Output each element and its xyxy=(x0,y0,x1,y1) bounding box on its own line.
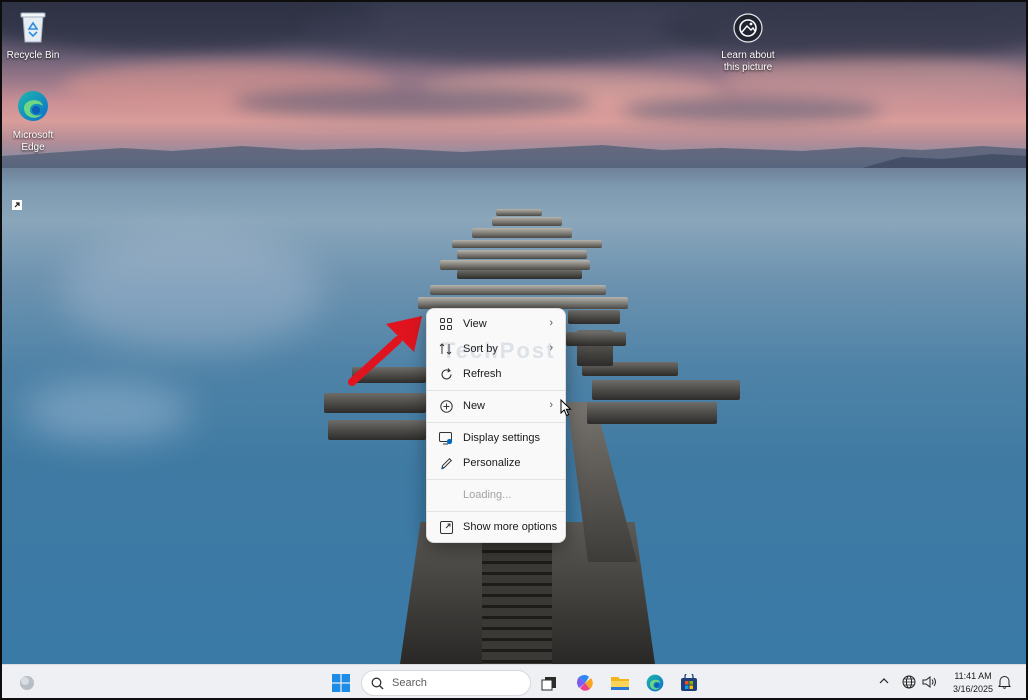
cloud xyxy=(302,2,722,62)
menu-item-label: Loading... xyxy=(463,489,512,501)
menu-item-personalize[interactable]: Personalize xyxy=(431,451,563,475)
menu-item-display-settings[interactable]: Display settings xyxy=(431,426,563,450)
taskbar-clock[interactable]: 11:41 AM 3/16/2025 xyxy=(946,670,1000,696)
chevron-right-icon: › xyxy=(549,399,553,411)
red-annotation-arrow xyxy=(348,316,422,386)
taskbar: Search 11:41 AM 3/16/2025 xyxy=(2,664,1026,698)
edge-icon xyxy=(645,673,665,696)
desktop-icon-edge[interactable]: Microsoft Edge xyxy=(2,88,64,210)
network-button[interactable] xyxy=(902,675,916,692)
display-icon xyxy=(438,430,454,446)
menu-item-label: New xyxy=(463,400,486,412)
edge-taskbar-button[interactable] xyxy=(642,671,668,697)
copilot-icon xyxy=(575,673,595,696)
water-reflection xyxy=(62,232,322,352)
water-reflection xyxy=(22,382,192,442)
bell-icon xyxy=(998,675,1011,692)
show-hidden-icons-button[interactable] xyxy=(878,675,890,690)
task-view-icon xyxy=(541,675,557,694)
speaker-icon xyxy=(922,675,938,692)
menu-item-label: Display settings xyxy=(463,432,541,444)
copilot-button[interactable] xyxy=(572,671,598,697)
taskbar-search[interactable]: Search xyxy=(361,670,531,696)
globe-icon xyxy=(902,675,916,692)
menu-item-label: View xyxy=(463,318,487,330)
clock-date: 3/16/2025 xyxy=(952,684,994,694)
watermark: TechPost xyxy=(442,338,556,363)
menu-separator xyxy=(427,422,565,423)
notifications-button[interactable] xyxy=(998,675,1011,692)
desktop-icon-label: Microsoft Edge xyxy=(12,130,54,153)
grid-icon xyxy=(438,316,454,332)
desktop-icon-label: Learn about this picture xyxy=(721,50,775,73)
cloud xyxy=(622,97,882,123)
file-explorer-button[interactable] xyxy=(607,671,633,697)
cloud xyxy=(232,87,592,117)
menu-item-view[interactable]: View › xyxy=(431,312,563,336)
chevron-up-icon xyxy=(878,675,890,690)
menu-item-label: Show more options xyxy=(463,521,558,533)
menu-separator xyxy=(427,390,565,391)
store-button[interactable] xyxy=(676,671,702,697)
widgets-button[interactable] xyxy=(14,671,40,697)
desktop-icon-recycle-bin[interactable]: Recycle Bin xyxy=(2,10,64,62)
file-explorer-icon xyxy=(610,674,630,695)
menu-separator xyxy=(427,479,565,480)
mouse-cursor-icon xyxy=(560,399,572,417)
refresh-icon xyxy=(438,366,454,382)
desktop-icon-label: Recycle Bin xyxy=(6,50,60,61)
clock-time: 11:41 AM xyxy=(954,671,992,681)
pen-icon xyxy=(438,455,454,471)
start-button[interactable] xyxy=(328,671,354,697)
screen: Recycle Bin Microsoft Edge Learn about t… xyxy=(0,0,1028,700)
start-icon xyxy=(332,673,350,695)
camera-icon xyxy=(716,12,780,48)
menu-item-refresh[interactable]: Refresh xyxy=(431,362,563,386)
chevron-right-icon: › xyxy=(549,317,553,329)
menu-item-show-more-options[interactable]: Show more options xyxy=(431,515,563,539)
menu-item-loading: Loading... xyxy=(431,483,563,507)
search-placeholder: Search xyxy=(392,677,427,689)
edge-icon xyxy=(2,88,64,210)
task-view-button[interactable] xyxy=(536,671,562,697)
desktop-icon-learn-about-picture[interactable]: Learn about this picture xyxy=(716,12,780,74)
mountain-range xyxy=(2,145,1026,168)
menu-item-new[interactable]: New › xyxy=(431,394,563,418)
volume-button[interactable] xyxy=(922,675,938,692)
menu-item-label: Refresh xyxy=(463,368,502,380)
store-icon xyxy=(680,671,698,695)
search-icon xyxy=(371,677,384,690)
weather-icon xyxy=(18,674,36,695)
menu-separator xyxy=(427,511,565,512)
plus-circle-icon xyxy=(438,398,454,414)
expand-icon xyxy=(438,519,454,535)
menu-item-label: Personalize xyxy=(463,457,521,469)
recycle-bin-icon xyxy=(2,10,64,48)
